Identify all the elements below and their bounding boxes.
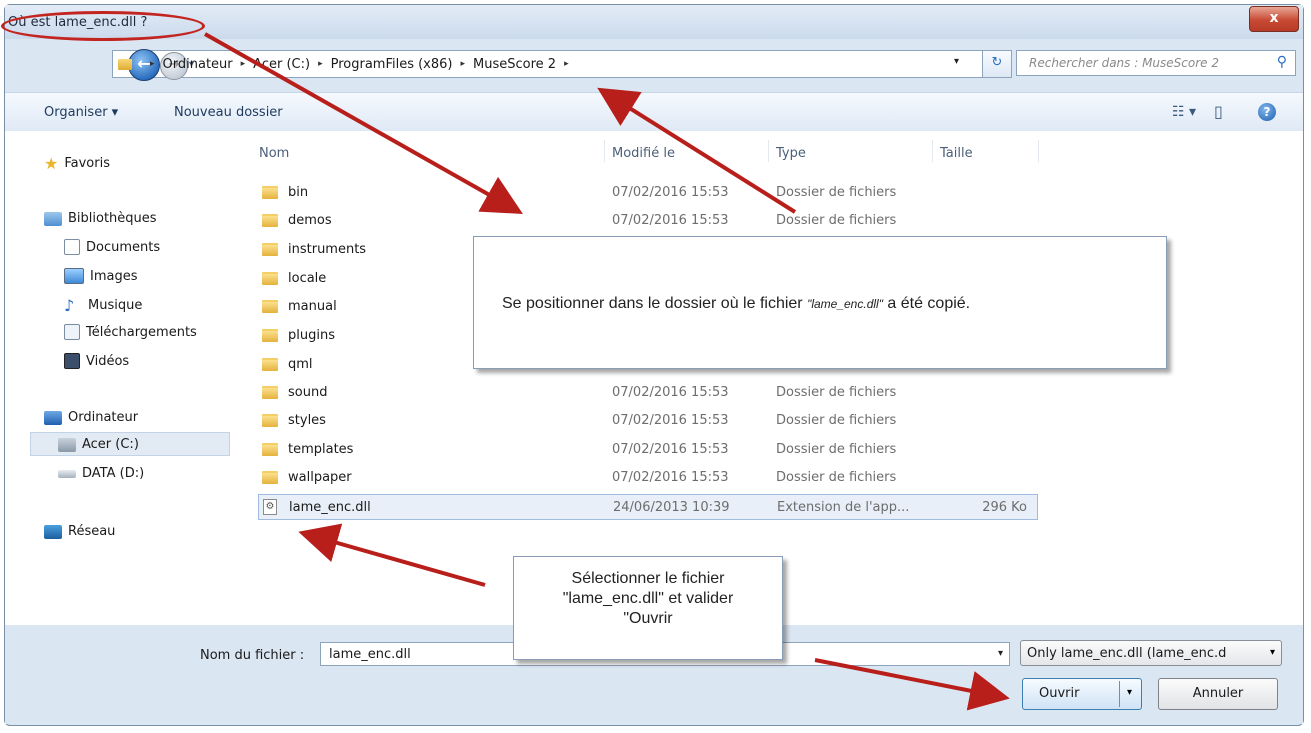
arrow-to-open-button (814, 658, 1010, 711)
arrow-to-address-bar (597, 87, 797, 214)
arrow-to-dll-file (298, 523, 486, 587)
annotation-arrows (204, 32, 1010, 711)
arrow-to-folder-list (204, 32, 523, 214)
